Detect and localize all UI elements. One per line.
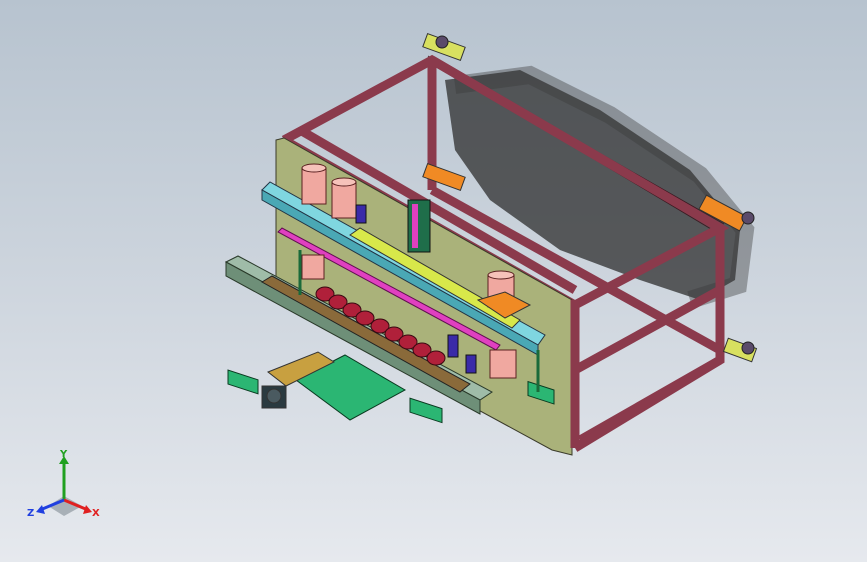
vertical-bracket-strip [412,204,418,248]
z-axis-label: Z [27,508,34,519]
y-axis-label: Y [59,449,68,460]
vertical-bracket [407,199,431,253]
axis-triad: Y X Z [27,449,100,519]
cad-viewport[interactable] [0,0,867,562]
x-axis-label: X [92,508,100,519]
